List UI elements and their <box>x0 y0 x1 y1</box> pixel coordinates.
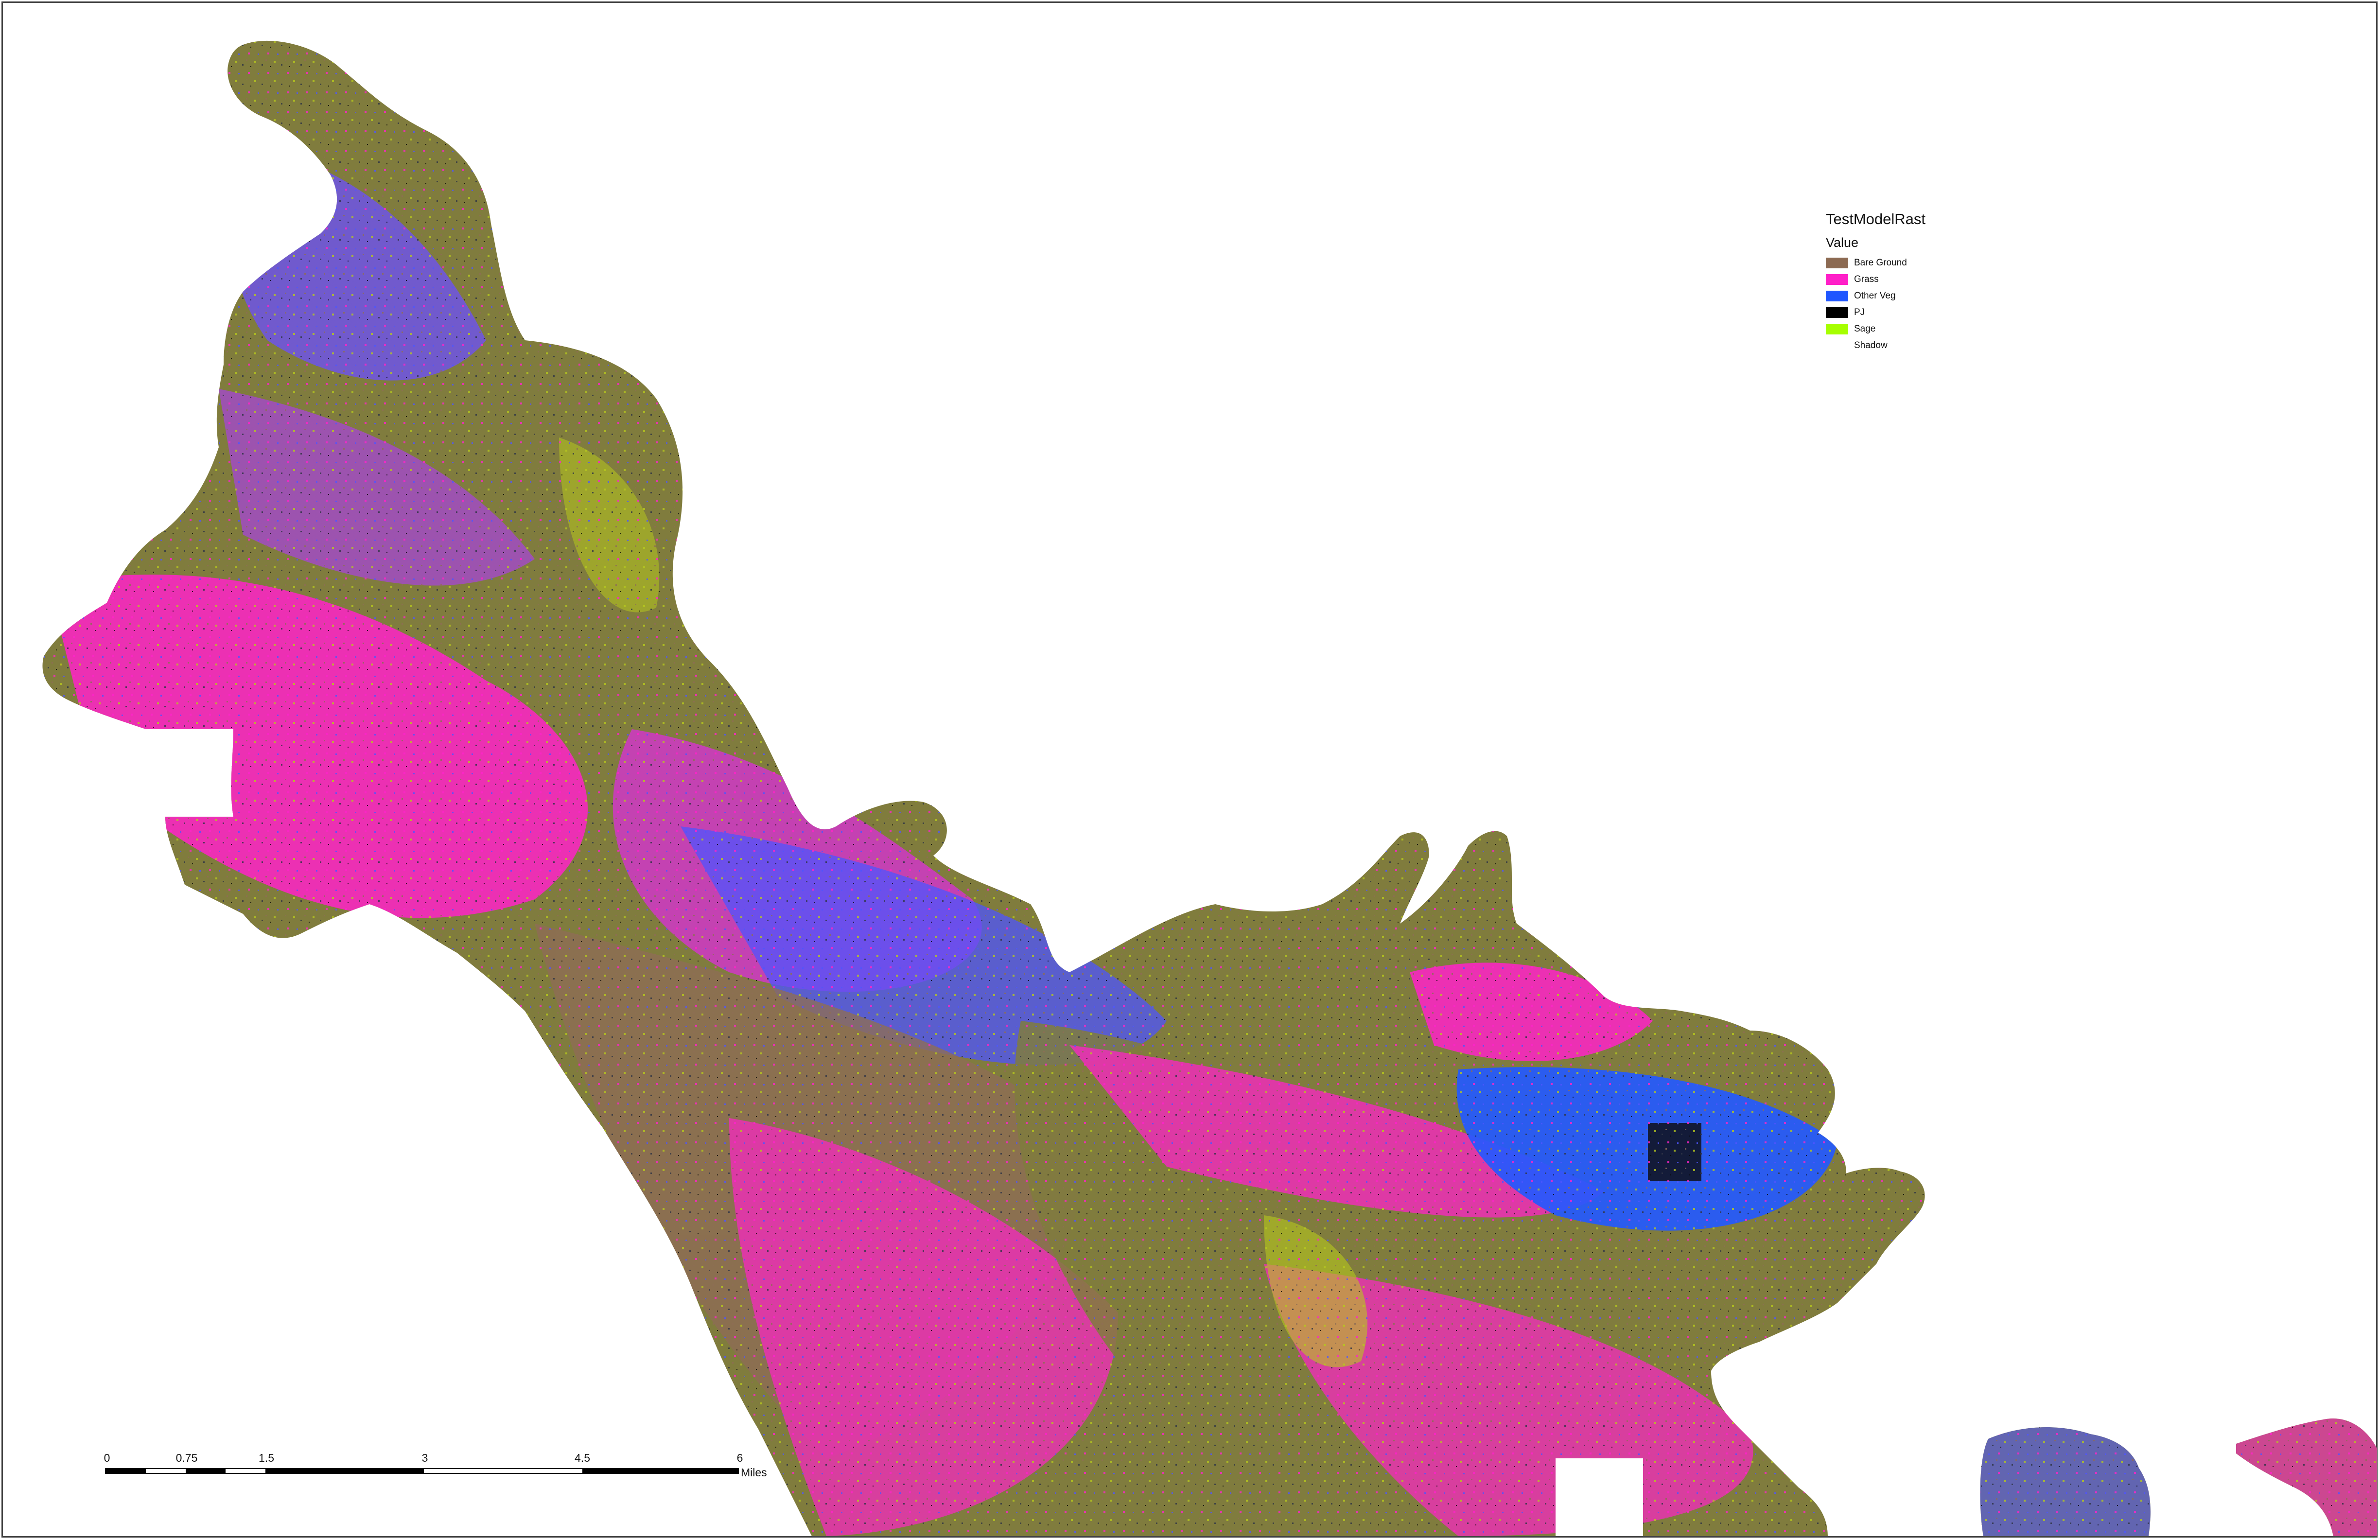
nodata-notch <box>1556 1458 1643 1537</box>
legend-item-shadow: Shadow <box>1826 337 2030 354</box>
legend-label: Other Veg <box>1854 291 1896 301</box>
legend-label: Grass <box>1854 274 1879 284</box>
legend-item-other-veg: Other Veg <box>1826 288 2030 304</box>
map-legend: TestModelRast Value Bare Ground Grass Ot… <box>1826 210 2030 354</box>
legend-item-grass: Grass <box>1826 271 2030 288</box>
legend-swatch <box>1826 274 1848 285</box>
scale-label-1-5: 1.5 <box>259 1452 274 1464</box>
scale-segment <box>186 1469 226 1473</box>
legend-label: PJ <box>1854 307 1865 317</box>
scale-label-6: 6 <box>736 1452 743 1464</box>
legend-item-sage: Sage <box>1826 321 2030 337</box>
scale-bar: 0 0.75 1.5 3 4.5 6 Miles <box>104 1452 767 1490</box>
legend-label: Bare Ground <box>1854 258 1907 268</box>
legend-title: TestModelRast <box>1826 210 1926 228</box>
legend-swatch <box>1826 324 1848 334</box>
scale-track <box>105 1468 739 1474</box>
scale-label-0-75: 0.75 <box>175 1452 198 1464</box>
legend-swatch <box>1826 291 1848 301</box>
scale-label-0: 0 <box>104 1452 110 1464</box>
legend-swatch <box>1826 307 1848 318</box>
legend-item-pj: PJ <box>1826 304 2030 321</box>
legend-swatch <box>1826 258 1848 268</box>
scale-label-3: 3 <box>421 1452 428 1464</box>
legend-swatch <box>1826 340 1848 351</box>
scale-segment <box>582 1469 738 1473</box>
legend-item-bare-ground: Bare Ground <box>1826 255 2030 271</box>
scale-label-4-5: 4.5 <box>575 1452 590 1464</box>
legend-label: Shadow <box>1854 340 1888 350</box>
scale-segment <box>106 1469 146 1473</box>
scale-segment <box>265 1469 424 1473</box>
legend-label: Sage <box>1854 324 1876 334</box>
legend-subtitle: Value <box>1826 235 1859 250</box>
scale-units: Miles <box>741 1466 767 1479</box>
